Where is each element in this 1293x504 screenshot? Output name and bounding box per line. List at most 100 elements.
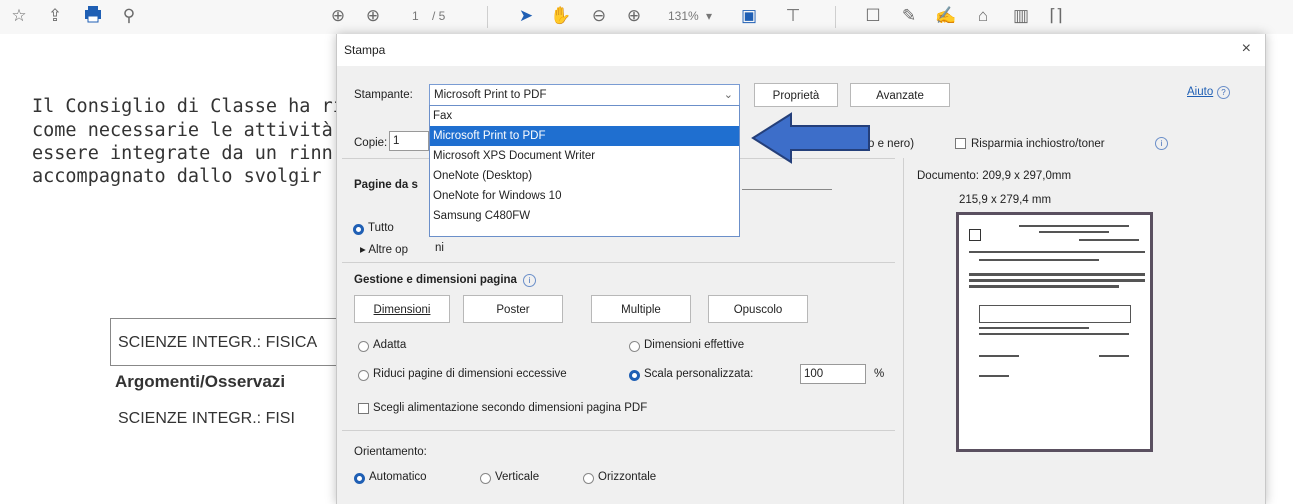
printer-option[interactable]: OneNote (Desktop) (430, 166, 739, 186)
advanced-button[interactable]: Avanzate (850, 83, 950, 107)
hand-icon[interactable]: ✋ (550, 5, 572, 27)
paper-source-label: Scegli alimentazione secondo dimensioni … (373, 402, 648, 414)
all-pages-radio[interactable] (353, 224, 364, 235)
printer-select-value: Microsoft Print to PDF (434, 89, 547, 101)
paper-size: 215,9 x 279,4 mm (959, 194, 1052, 206)
fit-radio[interactable] (358, 341, 369, 352)
orient-portrait-label: Verticale (495, 471, 540, 483)
document-size: Documento: 209,9 x 297,0mm (917, 170, 1072, 182)
zoom-level[interactable]: 131% (668, 9, 699, 23)
scroll-icon[interactable]: ⊤ (782, 5, 804, 27)
preview-line (979, 327, 1089, 329)
more-icon[interactable]: ⌈⌉ (1045, 5, 1067, 27)
toolbar: ☆ ⇪ ⚲ ⊕ ⊕ 1 / 5 ➤ ✋ ⊖ ⊕ 131% ▾ ▣ ⊤ ☐ ✎ ✍… (0, 0, 1293, 34)
sign-icon[interactable]: ✍ (935, 5, 957, 27)
orient-auto-radio[interactable] (354, 473, 365, 484)
divider (342, 430, 895, 431)
comment-icon[interactable]: ☐ (862, 5, 884, 27)
search-icon[interactable]: ⚲ (118, 5, 140, 27)
star-icon[interactable]: ☆ (8, 5, 30, 27)
help-info-icon[interactable]: ? (1217, 86, 1230, 99)
doc-heading: Argomenti/Osservazi (115, 372, 286, 391)
percent-label: % (874, 368, 885, 380)
printer-option-selected[interactable]: Microsoft Print to PDF (430, 126, 739, 146)
tab-multiple[interactable]: Multiple (591, 295, 691, 323)
select-arrow-icon[interactable]: ➤ (515, 5, 537, 27)
printer-option[interactable]: Fax (430, 106, 739, 126)
tab-dimensions[interactable]: Dimensioni (354, 295, 450, 323)
actual-size-radio[interactable] (629, 341, 640, 352)
trash-icon[interactable]: ▥ (1010, 5, 1032, 27)
page-total: / 5 (432, 9, 446, 23)
preview-line (969, 273, 1145, 276)
paper-source-checkbox[interactable] (358, 403, 369, 414)
chevron-down-icon: ⌄ (723, 89, 733, 101)
grayscale-label-partial: o e nero) (868, 138, 915, 150)
printer-select[interactable]: Microsoft Print to PDF ⌄ (429, 84, 740, 106)
save-ink-label: Risparmia inchiostro/toner (971, 138, 1105, 150)
page-mgmt-label: Gestione e dimensioni pagina (354, 274, 517, 286)
doc-line: come necessarie le attività (32, 120, 333, 141)
stamp-icon[interactable]: ⌂ (972, 5, 994, 27)
prev-page-icon[interactable]: ⊕ (327, 5, 349, 27)
preview-line (1079, 239, 1139, 241)
doc-cell-text: SCIENZE INTEGR.: FISICA (118, 334, 318, 351)
custom-scale-label: Scala personalizzata: (644, 368, 754, 380)
actual-size-label: Dimensioni effettive (644, 339, 745, 351)
page-mgmt-info-icon[interactable]: i (523, 274, 536, 287)
preview-line (979, 259, 1099, 261)
toolbar-divider (487, 6, 488, 28)
preview-line (979, 333, 1129, 335)
close-icon[interactable]: × (1242, 40, 1251, 58)
preview-line (1099, 355, 1129, 357)
pen-icon[interactable]: ✎ (898, 5, 920, 27)
pages-label: Pagine da s (354, 179, 418, 191)
copies-label: Copie: (354, 137, 388, 149)
copies-field[interactable]: 1 (389, 131, 429, 151)
printer-option[interactable]: Samsung C480FW (430, 206, 739, 226)
shrink-radio[interactable] (358, 370, 369, 381)
page-preview (956, 212, 1153, 452)
orient-auto-label: Automatico (369, 471, 427, 483)
printer-option[interactable]: Microsoft XPS Document Writer (430, 146, 739, 166)
save-ink-info-icon[interactable]: i (1155, 137, 1168, 150)
properties-button[interactable]: Proprietà (754, 83, 838, 107)
preview-line (969, 279, 1145, 282)
divider (903, 158, 904, 504)
logo-icon (969, 229, 981, 241)
fit-label: Adatta (373, 339, 407, 351)
print-dialog: Stampa × Stampante: Microsoft Print to P… (336, 34, 1266, 504)
orient-landscape-radio[interactable] (583, 473, 594, 484)
share-icon[interactable]: ⇪ (44, 5, 66, 27)
tab-booklet[interactable]: Opuscolo (708, 295, 808, 323)
doc-line: Il Consiglio di Classe ha ril (32, 96, 356, 117)
help-link[interactable]: Aiuto (1187, 86, 1213, 98)
dialog-titlebar: Stampa × (337, 34, 1265, 66)
custom-scale-radio[interactable] (629, 370, 640, 381)
page-fit-icon[interactable]: ▣ (738, 5, 760, 27)
zoom-in-icon[interactable]: ⊕ (623, 5, 645, 27)
printer-dropdown-list[interactable]: Fax Microsoft Print to PDF Microsoft XPS… (429, 105, 740, 237)
more-options-toggle[interactable]: ▸ Altre op (360, 242, 408, 256)
scale-field[interactable]: 100 (800, 364, 866, 384)
print-icon[interactable] (82, 5, 104, 27)
doc-line: accompagnato dallo svolgir (32, 166, 322, 187)
preview-line (1039, 231, 1109, 233)
preview-line (979, 375, 1009, 377)
next-page-icon[interactable]: ⊕ (362, 5, 384, 27)
page-current[interactable]: 1 (412, 9, 419, 23)
orient-portrait-radio[interactable] (480, 473, 491, 484)
section-rule (742, 189, 832, 190)
annotation-arrow-icon (751, 112, 870, 164)
save-ink-checkbox[interactable] (955, 138, 966, 149)
preview-line (979, 355, 1019, 357)
orientation-label: Orientamento: (354, 446, 427, 458)
zoom-out-icon[interactable]: ⊖ (588, 5, 610, 27)
tab-poster[interactable]: Poster (463, 295, 563, 323)
preview-line (1019, 225, 1129, 227)
doc-line: essere integrate da un rinn (32, 143, 333, 164)
printer-option[interactable]: OneNote for Windows 10 (430, 186, 739, 206)
preview-table (979, 305, 1131, 323)
all-pages-label: Tutto (368, 222, 394, 234)
zoom-dropdown-icon[interactable]: ▾ (706, 9, 712, 23)
